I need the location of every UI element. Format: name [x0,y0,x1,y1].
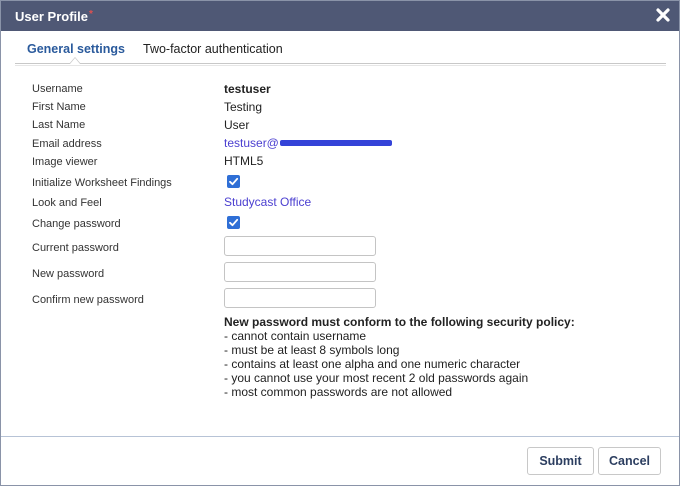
image-viewer-label: Image viewer [32,156,98,168]
policy-rule: - must be at least 8 symbols long [224,343,400,357]
change-password-label: Change password [32,218,121,230]
new-password-label: New password [32,268,105,280]
checkmark-icon [229,177,239,186]
email-prefix: testuser@ [224,136,279,150]
username-label: Username [32,83,83,95]
look-and-feel-label: Look and Feel [32,197,102,209]
tab-bar: General settings Two-factor authenticati… [15,33,667,66]
active-tab-pointer-inner [70,58,80,64]
current-password-input[interactable] [224,236,376,256]
user-profile-dialog: User Profile* General settings Two-facto… [0,0,680,486]
redaction-mark [279,139,392,146]
email-value[interactable]: testuser@ [224,136,392,150]
image-viewer-value: HTML5 [224,154,264,168]
footer-divider [1,436,679,437]
checkmark-icon [229,218,239,227]
init-findings-label: Initialize Worksheet Findings [32,177,172,189]
submit-button[interactable]: Submit [527,447,594,475]
init-findings-checkbox[interactable] [227,175,240,188]
last-name-label: Last Name [32,119,86,131]
tab-general-settings[interactable]: General settings [27,42,125,56]
dialog-title: User Profile* [15,9,93,24]
username-value: testuser [224,82,271,96]
cancel-button[interactable]: Cancel [598,447,661,475]
policy-rule: - you cannot use your most recent 2 old … [224,371,529,385]
first-name-value: Testing [224,100,263,114]
password-policy: New password must conform to the followi… [224,315,575,399]
change-password-checkbox[interactable] [227,216,240,229]
first-name-label: First Name [32,101,86,113]
new-password-input[interactable] [224,262,376,282]
tab-divider [15,63,666,64]
look-and-feel-value[interactable]: Studycast Office [224,195,311,209]
confirm-password-label: Confirm new password [32,294,144,306]
confirm-password-input[interactable] [224,288,376,308]
unsaved-marker: * [88,9,93,20]
email-label: Email address [32,138,102,150]
policy-heading: New password must conform to the followi… [224,315,575,329]
dialog-titlebar: User Profile* [1,1,679,31]
policy-rule: - most common passwords are not allowed [224,385,453,399]
dialog-title-text: User Profile [15,9,88,24]
policy-rule: - contains at least one alpha and one nu… [224,357,521,371]
policy-rule: - cannot contain username [224,329,367,343]
tab-divider-shadow [15,65,666,66]
last-name-value: User [224,118,250,132]
tab-two-factor-authentication[interactable]: Two-factor authentication [143,42,283,56]
close-icon[interactable] [655,7,671,23]
current-password-label: Current password [32,242,119,254]
